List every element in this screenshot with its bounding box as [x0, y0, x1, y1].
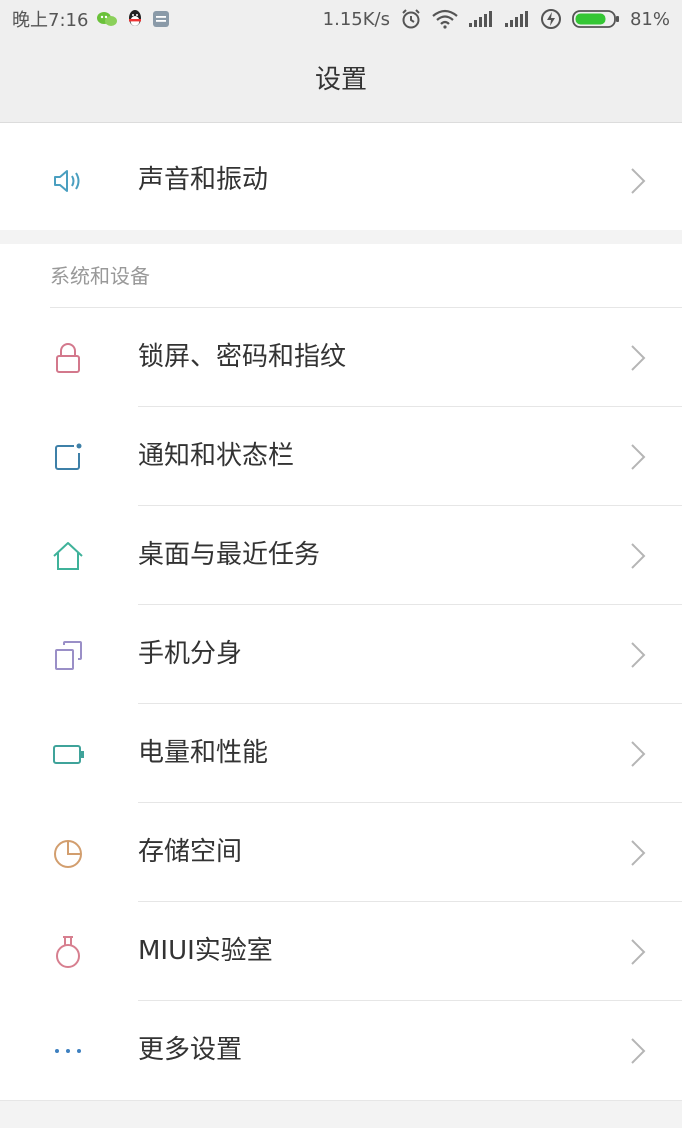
signal-icon	[504, 10, 530, 28]
settings-item-label: 电量和性能	[138, 738, 269, 768]
storage-pie-icon	[50, 835, 86, 871]
settings-item-lock-screen[interactable]: 锁屏、密码和指纹	[0, 308, 682, 407]
section-title: 系统和设备	[50, 264, 150, 288]
settings-item-dual-apps[interactable]: 手机分身	[0, 605, 682, 704]
settings-item-miui-lab[interactable]: MIUI实验室	[0, 902, 682, 1001]
settings-item-label: MIUI实验室	[138, 936, 273, 966]
chevron-right-icon	[630, 542, 646, 570]
battery-icon	[572, 9, 620, 29]
battery-icon	[50, 736, 86, 772]
settings-item-home-screen[interactable]: 桌面与最近任务	[0, 506, 682, 605]
settings-item-label: 更多设置	[138, 1035, 243, 1065]
charging-icon	[540, 8, 562, 30]
status-bar-right: 1.15K/s 81%	[323, 0, 670, 38]
settings-item-label: 手机分身	[138, 639, 243, 669]
chevron-right-icon	[630, 938, 646, 966]
settings-item-more[interactable]: 更多设置	[0, 1001, 682, 1100]
status-bar-left: 晚上7:16	[12, 0, 170, 38]
dual-app-icon	[50, 637, 86, 673]
lock-icon	[50, 340, 86, 376]
section-gap	[0, 230, 682, 244]
page-title: 设置	[314, 65, 367, 95]
qq-icon	[126, 9, 144, 29]
chevron-right-icon	[630, 641, 646, 669]
chevron-right-icon	[630, 167, 646, 195]
section-gap	[0, 1100, 682, 1128]
chevron-right-icon	[630, 1037, 646, 1065]
more-dots-icon	[50, 1033, 86, 1069]
home-icon	[50, 538, 86, 574]
status-bar: 晚上7:16 1.15K/s 81%	[0, 0, 682, 38]
alarm-icon	[400, 8, 422, 30]
notification-icon	[50, 439, 86, 475]
settings-item-notifications[interactable]: 通知和状态栏	[0, 407, 682, 506]
chevron-right-icon	[630, 839, 646, 867]
title-bar: 设置	[0, 38, 682, 123]
settings-item-label: 存储空间	[138, 837, 243, 867]
chevron-right-icon	[630, 344, 646, 372]
settings-item-label: 锁屏、密码和指纹	[138, 342, 347, 372]
signal-icon	[468, 10, 494, 28]
wifi-icon	[432, 9, 458, 29]
settings-item-label: 声音和振动	[138, 165, 269, 195]
settings-item-battery[interactable]: 电量和性能	[0, 704, 682, 803]
chevron-right-icon	[630, 740, 646, 768]
settings-item-storage[interactable]: 存储空间	[0, 803, 682, 902]
flask-icon	[50, 934, 86, 970]
wechat-icon	[96, 10, 118, 28]
message-icon	[152, 10, 170, 28]
settings-item-sound[interactable]: 声音和振动	[0, 131, 682, 230]
speaker-icon	[50, 163, 86, 199]
status-time: 晚上7:16	[12, 10, 89, 31]
chevron-right-icon	[630, 443, 646, 471]
battery-percent: 81%	[629, 8, 670, 30]
settings-item-label: 桌面与最近任务	[138, 540, 321, 570]
network-speed: 1.15K/s	[322, 8, 390, 30]
settings-item-label: 通知和状态栏	[138, 441, 295, 471]
settings-card-top: 声音和振动	[0, 123, 682, 230]
